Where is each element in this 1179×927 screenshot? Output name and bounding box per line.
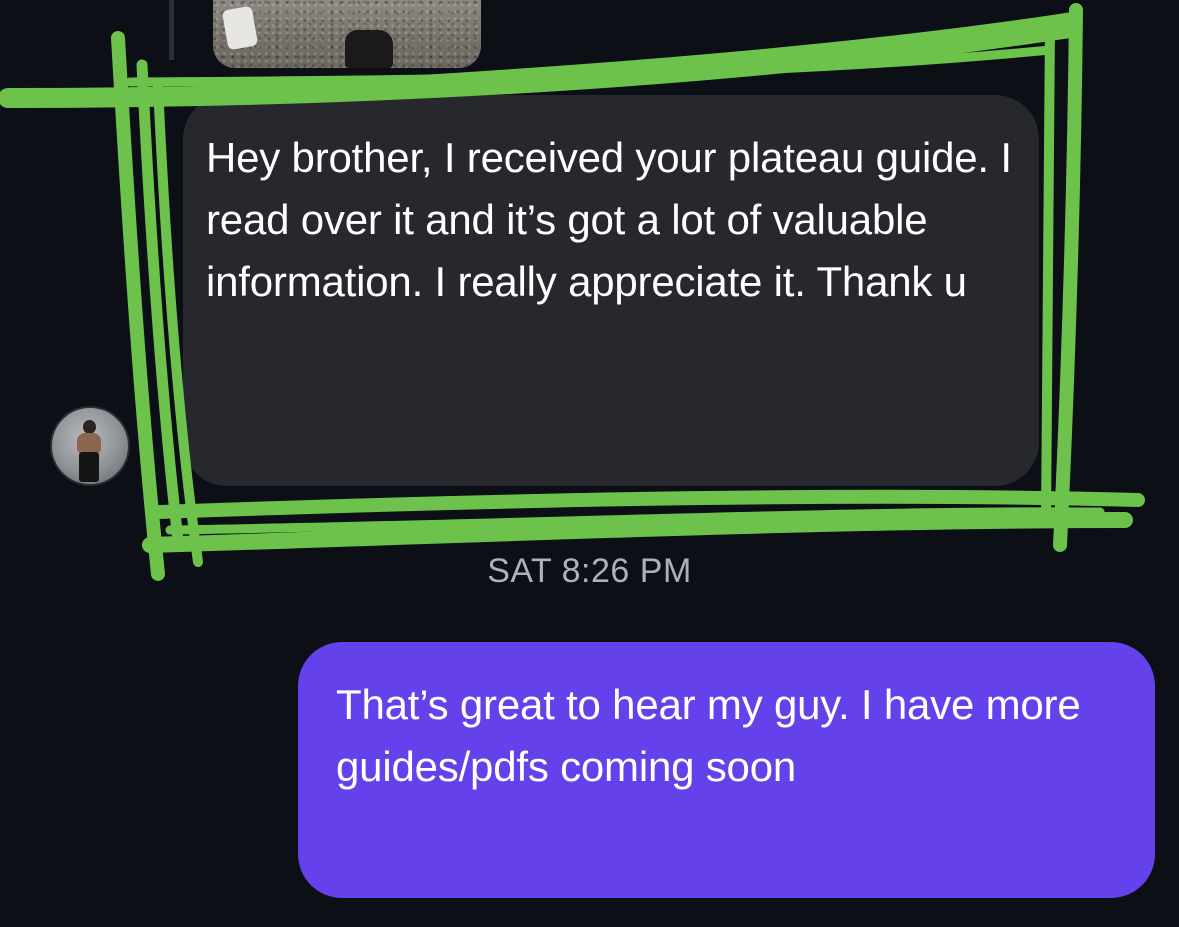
received-message-text: Hey brother, I received your plateau gui… xyxy=(206,134,1012,305)
sender-avatar[interactable] xyxy=(50,406,130,486)
highlight-stroke-bottom-2 xyxy=(142,512,1133,553)
avatar-figure-body xyxy=(77,433,101,453)
highlight-stroke-left-2 xyxy=(136,59,184,546)
sent-message-bubble[interactable]: That’s great to hear my guy. I have more… xyxy=(298,642,1155,898)
highlight-stroke-right-1 xyxy=(1053,3,1083,552)
highlight-stroke-left-1 xyxy=(111,31,165,581)
previous-photo-attachment[interactable] xyxy=(213,0,481,68)
highlight-stroke-bottom-1 xyxy=(153,489,1145,519)
avatar-figure-head xyxy=(83,420,96,434)
photo-light-object xyxy=(221,5,259,51)
sent-message-text: That’s great to hear my guy. I have more… xyxy=(336,681,1081,790)
received-message-bubble[interactable]: Hey brother, I received your plateau gui… xyxy=(183,95,1039,486)
avatar-figure-legs xyxy=(79,452,99,482)
photo-dark-object xyxy=(345,30,393,68)
highlight-stroke-right-2 xyxy=(1041,19,1055,525)
message-thread: Hey brother, I received your plateau gui… xyxy=(0,0,1179,927)
message-timestamp: SAT 8:26 PM xyxy=(487,552,692,590)
highlight-stroke-bottom-3 xyxy=(165,507,1105,535)
reply-thread-line xyxy=(169,0,174,60)
highlight-stroke-top-1 xyxy=(0,18,1080,108)
